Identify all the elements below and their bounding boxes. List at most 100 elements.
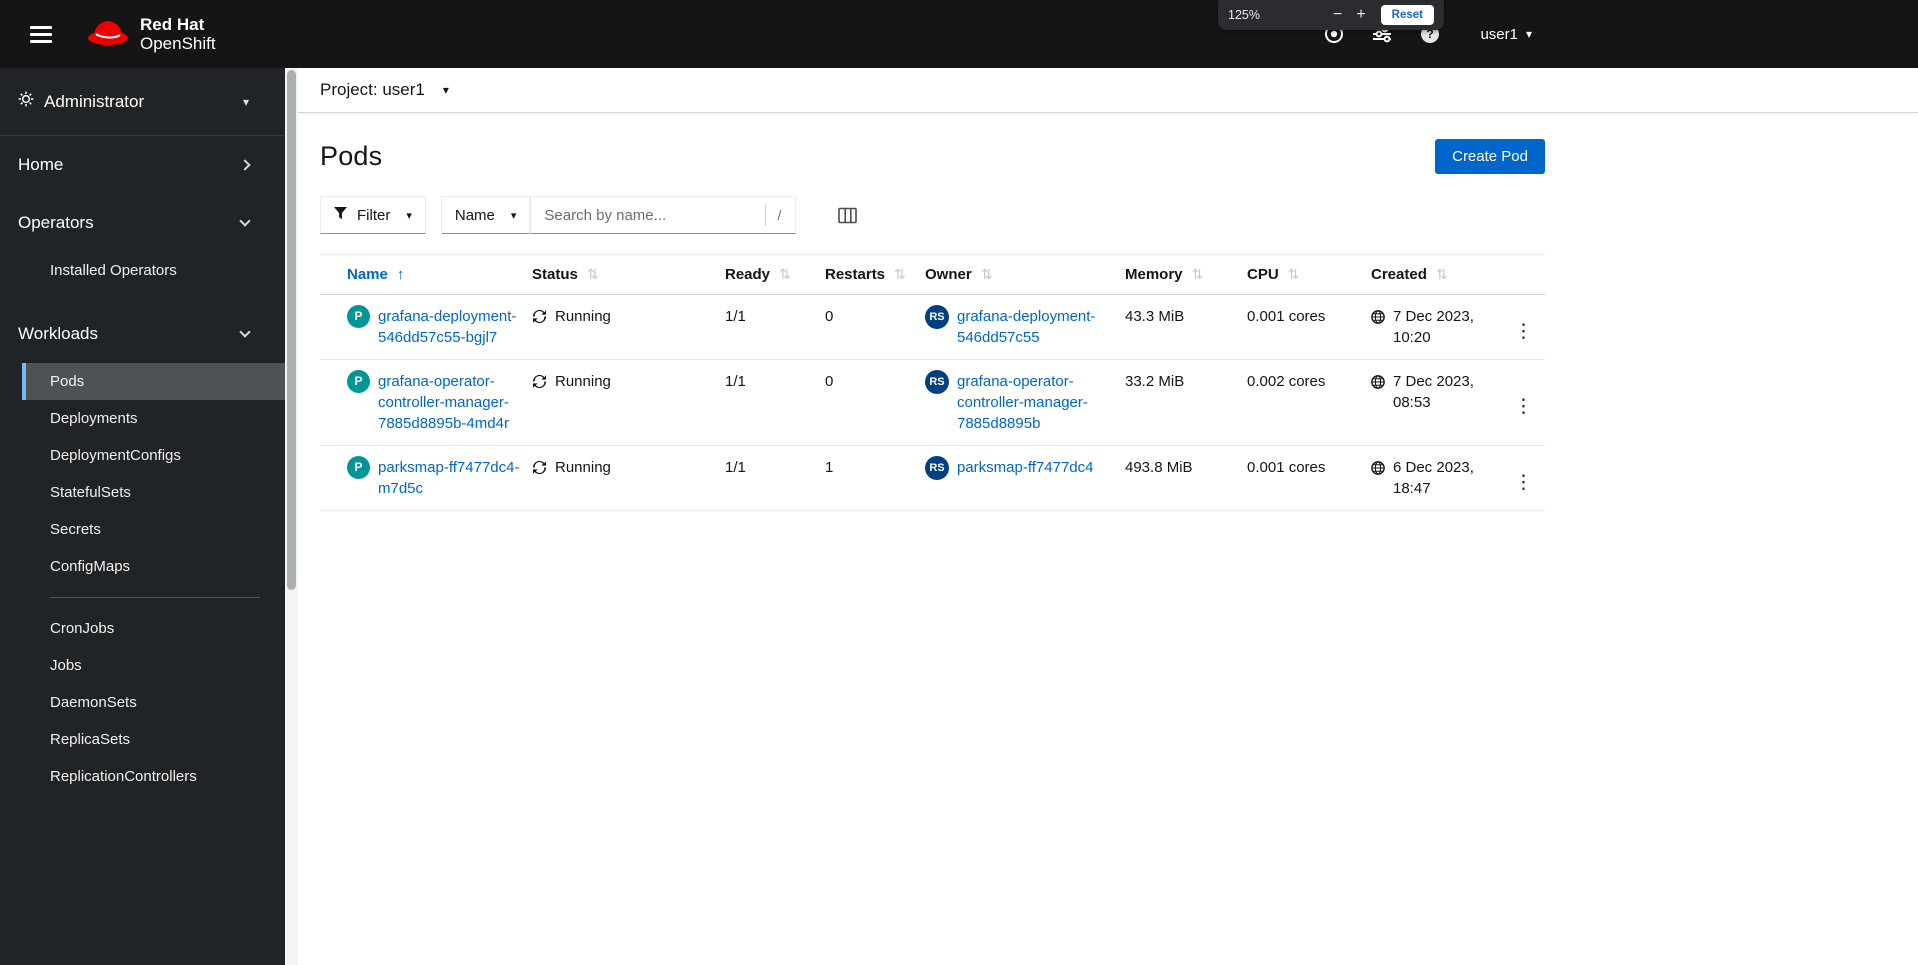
cell-restarts: 0 — [825, 308, 834, 325]
scrollbar-thumb[interactable] — [287, 70, 296, 591]
masthead: Red Hat OpenShift ? user1 ▾ 125% − + Res… — [0, 0, 1918, 68]
zoom-in-button[interactable]: + — [1349, 7, 1372, 23]
page-header: Pods Create Pod — [320, 139, 1545, 174]
nav-label: Operators — [18, 213, 94, 232]
cell-memory: 43.3 MiB — [1125, 308, 1185, 325]
column-header-name[interactable]: Name ↑ — [320, 255, 532, 294]
column-header-restarts[interactable]: Restarts ⇅ — [825, 255, 925, 294]
filter-dropdown[interactable]: Filter ▾ — [320, 196, 426, 234]
nav-label: Workloads — [18, 324, 98, 343]
sidebar-item-workloads[interactable]: Workloads — [0, 305, 285, 363]
filter-label: Filter — [357, 206, 391, 224]
username: user1 — [1480, 25, 1518, 43]
table-header-row: Name ↑ Status ⇅ Ready ⇅ Restarts ⇅ Owner — [320, 254, 1545, 295]
zoom-reset-button[interactable]: Reset — [1380, 5, 1434, 25]
sidebar-scrollbar[interactable] — [285, 68, 298, 965]
owner-link[interactable]: parksmap-ff7477dc4 — [957, 457, 1093, 478]
sync-icon — [532, 374, 547, 395]
attribute-label: Name — [454, 206, 495, 224]
sidebar-item-deploymentconfigs[interactable]: DeploymentConfigs — [22, 437, 285, 474]
cell-owner: RS grafana-deployment-546dd57c55 — [925, 295, 1125, 359]
redhat-fedora-icon — [86, 17, 130, 52]
column-label: Memory — [1125, 266, 1183, 283]
create-pod-button[interactable]: Create Pod — [1435, 139, 1545, 174]
cell-created: 7 Dec 2023, 08:53 — [1371, 360, 1508, 445]
chevron-down-icon — [239, 326, 251, 338]
status-text: Running — [555, 459, 611, 476]
sidebar-item-operators[interactable]: Operators — [0, 194, 285, 252]
sidebar-item-deployments[interactable]: Deployments — [22, 400, 285, 437]
search-input[interactable] — [544, 206, 765, 224]
column-header-created[interactable]: Created ⇅ — [1371, 255, 1508, 294]
sidebar-item-home[interactable]: Home — [0, 136, 285, 194]
kebab-menu-button[interactable]: ⋮ — [1514, 446, 1545, 510]
zoom-level: 125% — [1228, 8, 1260, 22]
sidebar-item-installed-operators[interactable]: Installed Operators — [22, 252, 285, 289]
column-header-owner[interactable]: Owner ⇅ — [925, 255, 1125, 294]
nav-toggle-button[interactable] — [24, 20, 58, 49]
sort-icon: ⇅ — [779, 266, 791, 282]
sidebar-item-pods[interactable]: Pods — [22, 363, 285, 400]
column-header-memory[interactable]: Memory ⇅ — [1125, 255, 1247, 294]
cell-cpu: 0.001 cores — [1247, 308, 1326, 325]
user-menu[interactable]: user1 ▾ — [1480, 26, 1532, 43]
sync-icon — [532, 460, 547, 481]
perspective-label: Administrator — [44, 91, 145, 111]
column-header-cpu[interactable]: CPU ⇅ — [1247, 255, 1371, 294]
column-label: Created — [1371, 266, 1427, 283]
cell-name: P grafana-deployment-546dd57c55-bgjl7 — [320, 295, 532, 359]
project-selector[interactable]: Project: user1 — [320, 80, 425, 100]
replicaset-badge: RS — [925, 456, 949, 480]
browser-zoom-overlay: 125% − + Reset — [1218, 0, 1444, 30]
kebab-menu-button[interactable]: ⋮ — [1514, 360, 1545, 445]
sidebar-item-replicationcontrollers[interactable]: ReplicationControllers — [22, 758, 285, 795]
column-header-status[interactable]: Status ⇅ — [532, 255, 725, 294]
chevron-down-icon[interactable]: ▾ — [443, 83, 449, 97]
kebab-menu-button[interactable]: ⋮ — [1514, 295, 1545, 359]
brand-line2: OpenShift — [140, 34, 216, 53]
sort-icon: ⇅ — [1287, 266, 1300, 282]
created-text: 7 Dec 2023, 08:53 — [1393, 373, 1474, 411]
manage-columns-icon[interactable] — [838, 207, 858, 224]
column-header-ready[interactable]: Ready ⇅ — [725, 255, 825, 294]
sidebar-item-statefulsets[interactable]: StatefulSets — [22, 474, 285, 511]
sidebar-item-secrets[interactable]: Secrets — [22, 511, 285, 548]
pod-link[interactable]: grafana-operator-controller-manager-7885… — [378, 371, 522, 434]
pod-link[interactable]: parksmap-ff7477dc4-m7d5c — [378, 457, 522, 499]
sidebar-item-cronjobs[interactable]: CronJobs — [22, 610, 285, 647]
table-row: P grafana-deployment-546dd57c55-bgjl7 Ru… — [320, 295, 1545, 360]
sort-icon: ⇅ — [894, 266, 906, 282]
project-bar: Project: user1 ▾ — [298, 68, 1918, 113]
attribute-dropdown[interactable]: Name ▾ — [440, 196, 531, 234]
created-text: 6 Dec 2023, 18:47 — [1393, 459, 1474, 497]
owner-link[interactable]: grafana-deployment-546dd57c55 — [957, 306, 1109, 348]
pod-badge: P — [347, 370, 370, 393]
sidebar-item-jobs[interactable]: Jobs — [22, 647, 285, 684]
sort-ascending-icon: ↑ — [396, 266, 405, 283]
chevron-down-icon: ▾ — [406, 209, 412, 222]
column-label: Status — [532, 266, 578, 283]
zoom-out-button[interactable]: − — [1326, 7, 1349, 23]
replicaset-badge: RS — [925, 305, 949, 329]
sidebar-nav: Administrator ▾ Home Operators Installed… — [0, 68, 285, 965]
cell-memory: 33.2 MiB — [1125, 373, 1185, 390]
perspective-switcher[interactable]: Administrator ▾ — [0, 68, 285, 136]
gear-icon — [18, 91, 34, 112]
brand-logo: Red Hat OpenShift — [86, 15, 216, 53]
sidebar-item-daemonsets[interactable]: DaemonSets — [22, 684, 285, 721]
pod-link[interactable]: grafana-deployment-546dd57c55-bgjl7 — [378, 306, 522, 348]
cell-cpu: 0.002 cores — [1247, 373, 1326, 390]
sync-icon — [532, 309, 547, 330]
cell-restarts: 0 — [825, 373, 834, 390]
column-label: Ready — [725, 266, 771, 283]
sidebar-item-configmaps[interactable]: ConfigMaps — [22, 548, 285, 585]
sidebar-item-replicasets[interactable]: ReplicaSets — [22, 721, 285, 758]
owner-link[interactable]: grafana-operator-controller-manager-7885… — [957, 371, 1109, 434]
filter-icon — [334, 206, 347, 224]
search-shortcut-hint: / — [764, 204, 786, 226]
nav-label: Home — [18, 155, 64, 174]
globe-icon — [1371, 460, 1385, 481]
brand-line1: Red Hat — [140, 14, 205, 34]
globe-icon — [1371, 374, 1385, 395]
cell-ready: 1/1 — [725, 459, 746, 476]
